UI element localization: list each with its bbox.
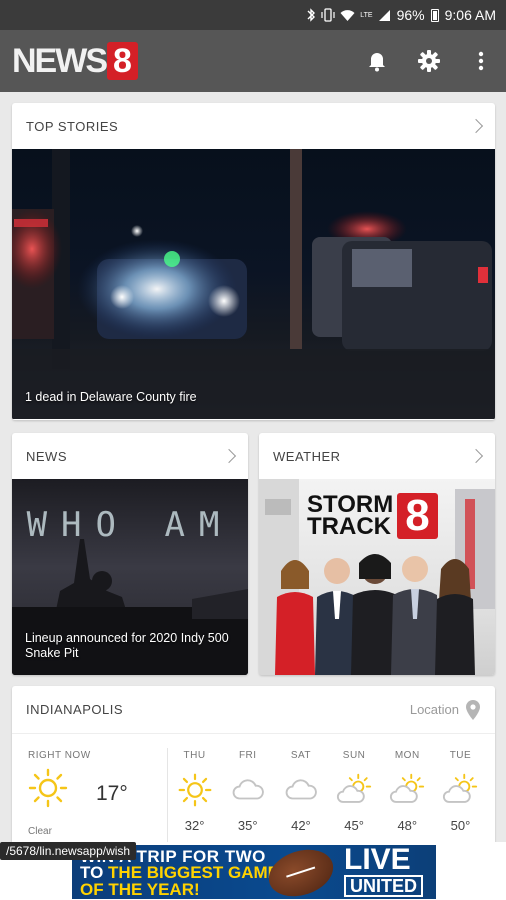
day-name: TUE [449,750,472,761]
right-now-label: RIGHT NOW [28,750,91,761]
gear-icon [418,50,440,72]
day-name: THU [183,750,206,761]
status-bar: LTE 96% 9:06 AM [0,0,506,30]
forecast-day[interactable]: TUE 50° [434,750,487,846]
news-header[interactable]: NEWS [12,433,248,479]
clock: 9:06 AM [444,7,496,23]
top-stories-header[interactable]: TOP STORIES [12,103,495,149]
news-caption: Lineup announced for 2020 Indy 500 Snake… [25,631,229,661]
news-caption-line2: Snake Pit [25,646,79,660]
current-condition: Clear [28,826,52,837]
cloud-icon [232,779,264,800]
bell-icon [369,53,385,72]
more-vert-icon [478,51,484,71]
daily-forecast: THU 32° FRI 35° SAT 42° SUN 45° MON 48° … [168,750,487,846]
ad-brand-top: LIVE [344,845,411,876]
overflow-menu-button[interactable] [468,48,494,74]
news-caption-line1: Lineup announced for 2020 Indy 500 [25,631,229,645]
notifications-button[interactable] [364,48,390,74]
sun-icon [178,773,211,807]
status-icons: LTE [306,8,390,22]
top-story-image[interactable]: 1 dead in Delaware County fire [12,149,495,419]
weather-team-image[interactable]: STORM TRACK 8 [259,479,495,675]
app-bar: NEWS 8 [0,30,506,92]
current-conditions[interactable]: RIGHT NOW 17° Clear [28,750,154,837]
city-name: INDIANAPOLIS [26,702,124,717]
top-story-caption: 1 dead in Delaware County fire [25,390,197,404]
weather-title: WEATHER [273,448,341,464]
day-name: MON [394,750,420,761]
partly-cloudy-icon [337,773,372,803]
day-temp: 50° [450,818,471,833]
map-pin-icon [466,699,480,720]
sun-icon [28,768,68,808]
forecast-day[interactable]: SUN 45° [328,750,381,846]
location-button[interactable]: Location [410,699,481,721]
weather-header[interactable]: WEATHER [259,433,495,479]
partly-cloudy-icon [390,773,425,803]
day-temp: 42° [291,818,311,833]
day-name: SAT [290,750,312,761]
logo-word: NEWS [12,41,108,80]
ad-brand-bottom: UNITED [344,875,423,897]
day-name: SUN [342,750,366,761]
chevron-right-icon [468,448,484,464]
forecast-day[interactable]: MON 48° [381,750,434,846]
news-card[interactable]: NEWS WHO AM Lineup announced for 2020 In… [12,433,248,675]
forecast-header: INDIANAPOLIS Location [12,686,495,734]
partly-cloudy-icon [443,773,478,803]
day-temp: 48° [397,818,418,833]
forecast-day[interactable]: THU 32° [168,750,221,846]
news-title: NEWS [26,448,67,464]
news8-logo[interactable]: NEWS 8 [12,41,138,81]
settings-button[interactable] [416,48,442,74]
top-stories-title: TOP STORIES [26,118,119,134]
cloud-icon [285,779,317,800]
day-temp: 35° [237,818,258,833]
day-temp: 45° [344,818,364,833]
lte-icon: LTE [360,11,373,19]
football-graphic [262,845,340,899]
current-temp: 17° [96,782,128,805]
forecast-day[interactable]: SAT 42° [274,750,327,846]
day-temp: 32° [184,818,205,833]
ad-line3: OF THE YEAR! [80,880,200,899]
debug-url-overlay: /5678/lin.newsapp/wish [0,842,137,860]
top-stories-card[interactable]: TOP STORIES 1 dead in Delaware County fi… [12,103,495,420]
news-story-image[interactable]: WHO AM Lineup announced for 2020 Indy 50… [12,479,248,675]
vibrate-icon [321,8,335,22]
battery-icon [430,8,439,22]
battery-percent: 96% [396,7,425,23]
app-bar-actions [364,48,494,74]
weather-card[interactable]: WEATHER STORM TRACK 8 [259,433,495,675]
location-label: Location [409,702,459,717]
day-name: FRI [238,750,257,761]
forecast-card[interactable]: INDIANAPOLIS Location RIGHT NOW 17° Clea… [12,686,495,846]
fire-scene-graphic [12,149,495,419]
chevron-right-icon [221,448,237,464]
signal-icon [378,9,390,21]
wifi-icon [340,9,355,21]
logo-number: 8 [107,42,138,80]
chevron-right-icon [468,118,484,134]
weather-team-photo [275,554,475,675]
forecast-day[interactable]: FRI 35° [221,750,274,846]
bluetooth-icon [307,8,316,22]
